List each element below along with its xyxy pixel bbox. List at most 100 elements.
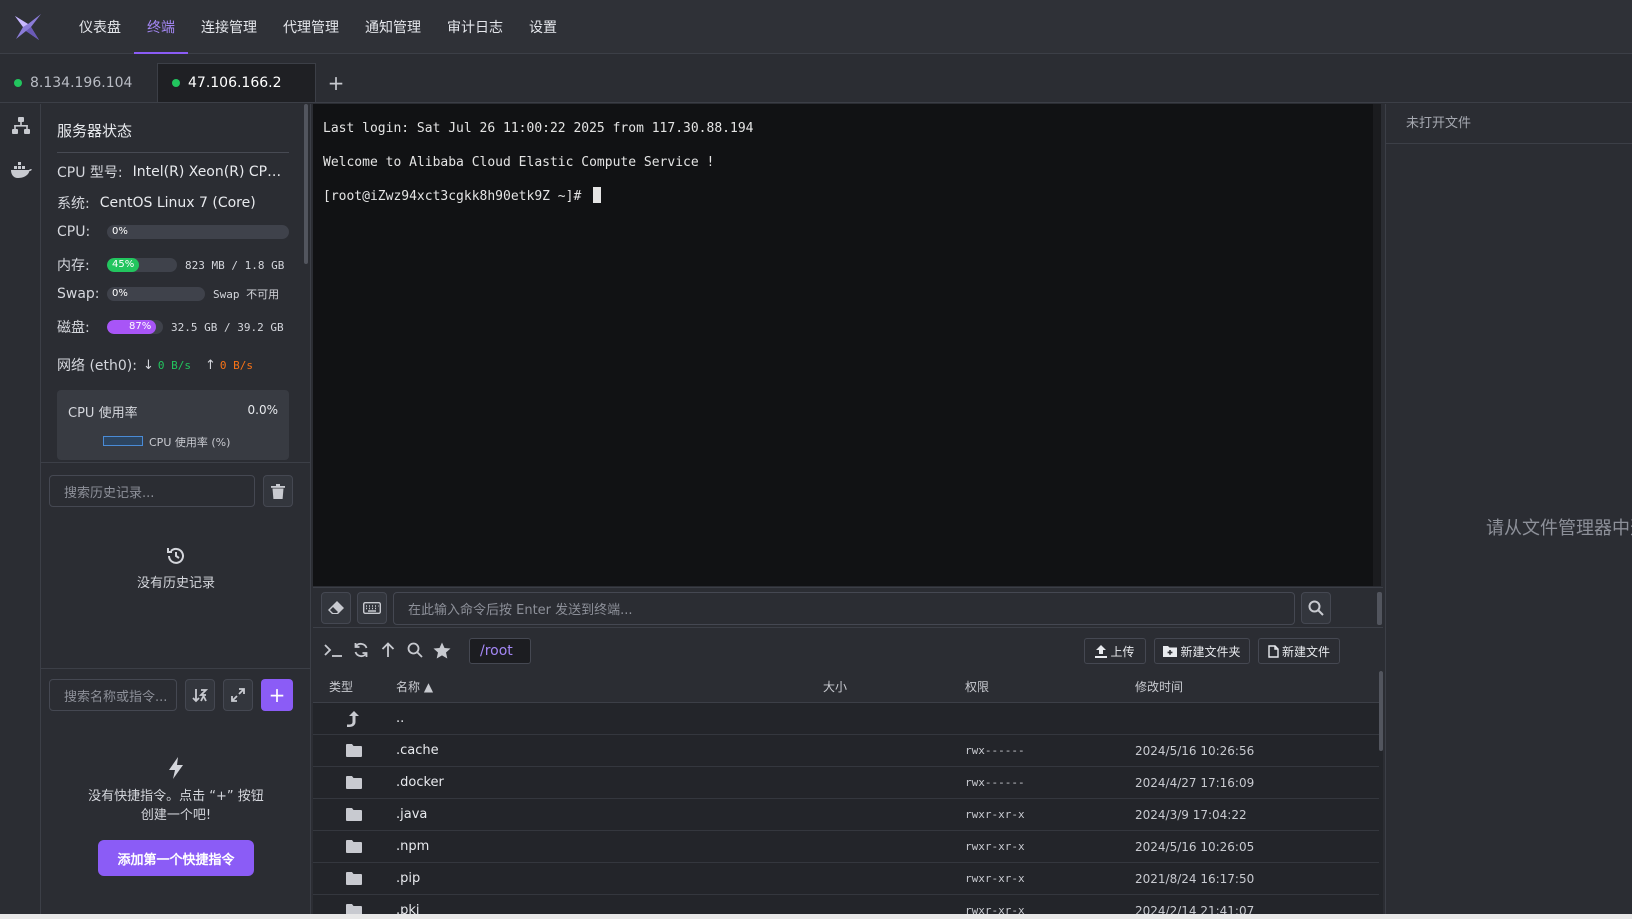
cpu-chart-title: CPU 使用率 <box>68 406 138 421</box>
session-tab-label: 8.134.196.104 <box>30 74 133 91</box>
network-upload-rate: 0 B/s <box>219 358 254 372</box>
cpu-model-row: CPU 型号: Intel(R) Xeon(R) CPU E5-2682 v4 … <box>57 162 289 182</box>
sort-icon <box>192 689 208 703</box>
session-tab-1[interactable]: 8.134.196.104 <box>0 63 158 102</box>
add-first-quick-command-button[interactable]: 添加第一个快捷指令 <box>98 840 254 876</box>
editor-empty-message: 请从文件管理器中选择文件进行编辑 <box>1486 518 1632 539</box>
session-tab-bar: 8.134.196.104 47.106.166.2 + <box>0 63 1632 103</box>
nav-dashboard[interactable]: 仪表盘 <box>66 0 134 54</box>
nav-terminal[interactable]: 终端 <box>134 0 188 54</box>
folder-icon <box>346 872 362 885</box>
terminal-scrollbar[interactable] <box>1373 104 1381 586</box>
window-bottom-edge <box>0 914 1632 919</box>
cpu-usage-row: CPU: 0% <box>57 224 289 240</box>
file-table-header: 类型 名称 ▲ 大小 权限 修改时间 <box>313 671 1379 703</box>
table-row[interactable]: .pip rwxr-xr-x 2021/8/24 16:17:50 <box>313 863 1379 895</box>
quick-command-search-input[interactable]: 搜索名称或指令... <box>49 679 177 711</box>
clear-terminal-button[interactable] <box>321 592 351 624</box>
cpu-chart-legend: CPU 使用率 (%) <box>149 436 231 449</box>
arrow-up-icon <box>381 642 395 657</box>
history-panel: 搜索历史记录... 没有历史记录 <box>41 463 311 669</box>
keyboard-icon <box>363 602 381 614</box>
cpu-usage-chart-card: CPU 使用率 0.0% CPU 使用率 (%) <box>57 390 289 460</box>
expand-icon <box>231 688 245 702</box>
nav-audit-log[interactable]: 审计日志 <box>434 0 516 54</box>
folder-icon <box>346 744 362 757</box>
nav-connections[interactable]: 连接管理 <box>188 0 270 54</box>
nav-notifications[interactable]: 通知管理 <box>352 0 434 54</box>
refresh-icon <box>354 642 368 658</box>
session-tab-label: 47.106.166.2 <box>188 75 282 91</box>
app-logo[interactable] <box>10 9 46 45</box>
terminal-line: Last login: Sat Jul 26 11:00:22 2025 fro… <box>323 121 754 136</box>
table-row[interactable]: .pki rwxr-xr-x 2024/2/14 21:41:07 <box>313 895 1379 914</box>
column-type[interactable]: 类型 <box>329 671 353 703</box>
cpu-model-value: Intel(R) Xeon(R) CPU E5-2682 v4 @ 2.50GH… <box>132 164 289 180</box>
search-icon <box>1308 600 1324 616</box>
table-row[interactable]: .docker rwx------ 2024/4/27 17:16:09 <box>313 767 1379 799</box>
network-icon[interactable] <box>0 104 41 148</box>
table-row[interactable]: .. <box>313 703 1379 735</box>
disk-row: 磁盘: 87% 32.5 GB / 39.2 GB <box>57 320 284 336</box>
expand-button[interactable] <box>223 679 253 711</box>
new-folder-button[interactable]: 新建文件夹 <box>1154 638 1250 664</box>
session-tab-2[interactable]: 47.106.166.2 <box>158 63 316 102</box>
file-list-scrollbar[interactable] <box>1379 671 1383 751</box>
swap-bar: 0% <box>107 287 205 301</box>
add-quick-command-button[interactable]: + <box>261 679 293 711</box>
table-row[interactable]: .npm rwxr-xr-x 2024/5/16 10:26:05 <box>313 831 1379 863</box>
terminal-icon <box>324 644 342 657</box>
add-tab-button[interactable]: + <box>316 63 356 102</box>
history-empty-text: 没有历史记录 <box>136 576 215 591</box>
file-search-button[interactable] <box>404 639 426 661</box>
open-terminal-here-button[interactable] <box>323 639 345 661</box>
nav-proxies[interactable]: 代理管理 <box>270 0 352 54</box>
disk-bar: 87% <box>107 320 163 334</box>
file-manager-toolbar: /root 上传 新建文件夹 新建文件 <box>313 629 1383 671</box>
sort-button[interactable] <box>185 679 215 711</box>
terminal-search-button[interactable] <box>1301 592 1331 624</box>
memory-row: 内存: 45% 823 MB / 1.8 GB <box>57 258 285 274</box>
folder-icon <box>346 904 362 914</box>
online-status-dot <box>172 79 180 87</box>
virtual-keyboard-button[interactable] <box>357 592 387 624</box>
history-search-input[interactable]: 搜索历史记录... <box>49 475 255 507</box>
quick-empty-line-1: 没有快捷指令。点击 “+” 按钮 <box>88 789 264 804</box>
terminal-line: Welcome to Alibaba Cloud Elastic Compute… <box>323 155 715 170</box>
column-name[interactable]: 名称 ▲ <box>396 671 433 703</box>
column-permissions[interactable]: 权限 <box>965 671 989 703</box>
editor-pane: 未打开文件 请从文件管理器中选择文件进行编辑 <box>1385 104 1632 914</box>
status-scrollbar[interactable] <box>304 104 308 264</box>
arrow-up-icon: ↑ <box>205 357 216 373</box>
online-status-dot <box>14 78 22 87</box>
status-title: 服务器状态 <box>57 120 289 153</box>
docker-icon[interactable] <box>0 148 41 192</box>
new-file-button[interactable]: 新建文件 <box>1258 638 1340 664</box>
cpu-chart-value: 0.0% <box>247 403 279 417</box>
folder-icon <box>346 776 362 789</box>
parent-directory-button[interactable] <box>377 639 399 661</box>
column-size[interactable]: 大小 <box>823 671 847 703</box>
nav-settings[interactable]: 设置 <box>516 0 570 54</box>
cpu-chart-legend-swatch <box>103 436 143 446</box>
folder-icon <box>346 808 362 821</box>
folder-plus-icon <box>1163 646 1178 657</box>
command-input-bar: 在此输入命令后按 Enter 发送到终端... <box>313 587 1383 628</box>
table-row[interactable]: .java rwxr-xr-x 2024/3/9 17:04:22 <box>313 799 1379 831</box>
path-input[interactable]: /root <box>469 638 531 664</box>
clear-history-button[interactable] <box>263 475 293 507</box>
command-bar-scrollbar[interactable] <box>1377 592 1382 625</box>
quick-commands-panel: 搜索名称或指令... + 没有快捷指令。点击 “+” 按钮 创建一个吧! 添加第… <box>41 669 311 914</box>
favorites-button[interactable] <box>431 639 453 661</box>
command-input[interactable]: 在此输入命令后按 Enter 发送到终端... <box>393 592 1295 625</box>
table-row[interactable]: .cache rwx------ 2024/5/16 10:26:56 <box>313 735 1379 767</box>
terminal-output[interactable]: Last login: Sat Jul 26 11:00:22 2025 fro… <box>313 104 1381 586</box>
memory-detail: 823 MB / 1.8 GB <box>185 258 285 272</box>
refresh-button[interactable] <box>350 639 372 661</box>
file-icon <box>1268 644 1279 658</box>
column-modified[interactable]: 修改时间 <box>1135 671 1183 703</box>
memory-bar: 45% <box>107 258 177 272</box>
upload-button[interactable]: 上传 <box>1084 638 1146 664</box>
terminal-cursor <box>593 187 602 203</box>
sidebar-icon-column <box>0 104 41 914</box>
